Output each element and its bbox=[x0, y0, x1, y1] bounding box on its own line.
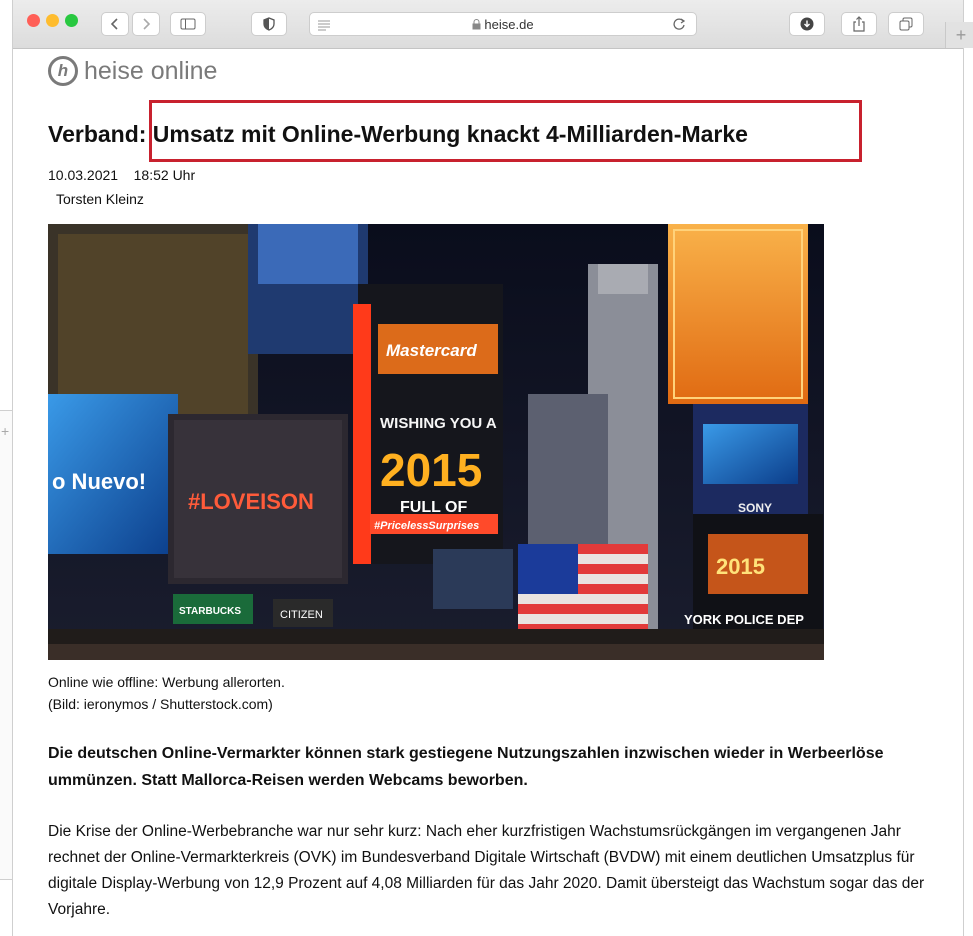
image-text-priceless: #PricelessSurprises bbox=[374, 520, 479, 532]
tab-overview-button[interactable] bbox=[888, 12, 924, 36]
headline-highlight-box bbox=[149, 100, 862, 162]
new-tab-button[interactable]: + bbox=[945, 22, 973, 48]
side-panel-edge[interactable]: + bbox=[0, 410, 13, 880]
plus-icon: + bbox=[1, 423, 10, 439]
share-button[interactable] bbox=[841, 12, 877, 36]
zoom-window-button[interactable] bbox=[65, 14, 78, 27]
forward-button[interactable] bbox=[132, 12, 160, 36]
chevron-left-icon bbox=[110, 18, 118, 30]
article-lead: Die deutschen Online-Vermarkter können s… bbox=[48, 745, 884, 789]
lock-icon bbox=[472, 19, 481, 30]
reload-icon[interactable] bbox=[673, 17, 686, 36]
site-logo-text: heise online bbox=[84, 56, 218, 85]
article-time: 18:52 Uhr bbox=[133, 167, 196, 183]
image-caption: Online wie offline: Werbung allerorten. … bbox=[48, 671, 285, 715]
image-text-year: 2015 bbox=[380, 444, 482, 496]
image-text-wishing: WISHING YOU A bbox=[380, 415, 497, 432]
address-text: heise.de bbox=[310, 17, 696, 32]
article-body-paragraph: Die Krise der Online-Werbebranche war nu… bbox=[48, 823, 925, 918]
image-text-full-of: FULL OF bbox=[400, 499, 467, 516]
address-bar[interactable]: heise.de bbox=[309, 12, 697, 36]
article-meta: 10.03.2021 18:52 Uhr bbox=[48, 167, 195, 183]
image-text-sony: SONY bbox=[738, 501, 772, 515]
browser-toolbar: heise.de bbox=[13, 0, 963, 49]
caption-credit: (Bild: ieronymos / Shutterstock.com) bbox=[48, 696, 273, 712]
back-button[interactable] bbox=[101, 12, 129, 36]
share-icon bbox=[853, 16, 865, 32]
article-author[interactable]: Torsten Kleinz bbox=[56, 191, 144, 207]
downloads-button[interactable] bbox=[789, 12, 825, 36]
sidebar-icon bbox=[180, 18, 196, 30]
heise-logo-icon: h bbox=[48, 56, 78, 86]
image-text-starbucks: STARBUCKS bbox=[179, 606, 241, 617]
article-hero-image: SONY 2015 o Nuevo! #LOVEISON Mastercard … bbox=[48, 224, 824, 660]
download-icon bbox=[800, 17, 814, 31]
site-logo[interactable]: h heise online bbox=[48, 56, 217, 86]
image-text-year-2: 2015 bbox=[716, 554, 765, 579]
shield-icon bbox=[263, 17, 275, 31]
sidebar-button[interactable] bbox=[170, 12, 206, 36]
caption-text: Online wie offline: Werbung allerorten. bbox=[48, 674, 285, 690]
image-text-police: YORK POLICE DEP bbox=[684, 612, 804, 627]
image-text-loveison: #LOVEISON bbox=[188, 489, 314, 514]
image-text-citizen: CITIZEN bbox=[280, 609, 323, 621]
privacy-report-button[interactable] bbox=[251, 12, 287, 36]
minimize-window-button[interactable] bbox=[46, 14, 59, 27]
close-window-button[interactable] bbox=[27, 14, 40, 27]
article-date: 10.03.2021 bbox=[48, 167, 119, 183]
image-text-nuevo: o Nuevo! bbox=[52, 469, 146, 494]
tabs-icon bbox=[899, 17, 913, 31]
chevron-right-icon bbox=[143, 18, 151, 30]
image-text-mastercard: Mastercard bbox=[386, 341, 477, 360]
